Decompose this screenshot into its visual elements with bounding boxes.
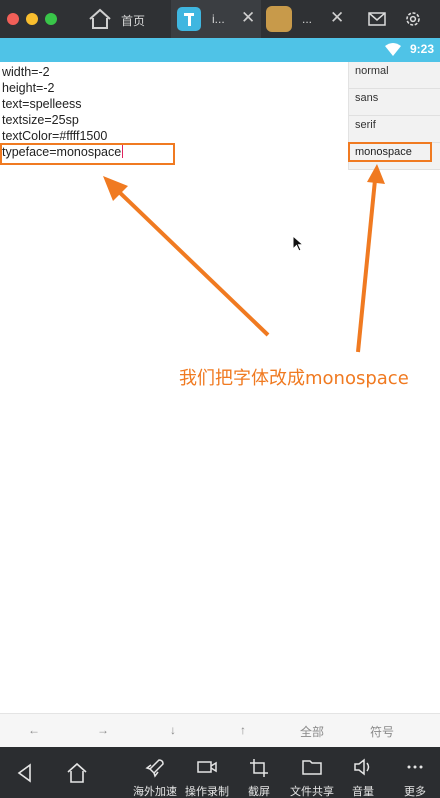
arrow-head-right (367, 164, 385, 184)
back-icon (17, 763, 31, 783)
accelerate-label: 海外加速 (133, 786, 177, 798)
video-camera-icon (197, 761, 217, 773)
key-down[interactable]: ↓ (161, 723, 185, 737)
key-up[interactable]: ↑ (231, 723, 255, 737)
screenshot-button[interactable]: 截屏 (242, 747, 276, 798)
key-all[interactable]: 全部 (296, 723, 328, 740)
arrow-to-monospace (356, 179, 377, 353)
record-label: 操作录制 (185, 786, 229, 798)
crop-icon (250, 759, 268, 777)
annotation-arrows (103, 164, 385, 353)
more-button[interactable]: 更多 (398, 747, 432, 798)
key-left[interactable]: ← (22, 723, 46, 737)
file-share-button[interactable]: 文件共享 (286, 747, 338, 798)
home-icon (67, 762, 87, 783)
more-icon (407, 765, 423, 769)
annotation-caption: 我们把字体改成monospace (179, 368, 409, 389)
folder-icon (302, 760, 322, 775)
file-share-label: 文件共享 (290, 786, 334, 798)
more-label: 更多 (404, 786, 426, 798)
emulator-toolbar: 海外加速 操作录制 截屏 文件共享 音量 更多 (0, 747, 440, 798)
speaker-icon (354, 758, 370, 776)
accelerate-button[interactable]: 海外加速 (130, 747, 180, 798)
key-right[interactable]: → (91, 723, 115, 737)
home-button[interactable] (62, 747, 92, 798)
arrow-to-typeface (113, 186, 270, 337)
back-button[interactable] (10, 747, 40, 798)
volume-button[interactable]: 音量 (346, 747, 380, 798)
keyboard-helper-row: ← → ↓ ↑ 全部 符号 (0, 713, 440, 747)
record-button[interactable]: 操作录制 (182, 747, 232, 798)
screenshot-label: 截屏 (248, 786, 270, 798)
mouse-pointer-icon (292, 235, 304, 252)
key-symbol[interactable]: 符号 (366, 723, 398, 740)
volume-label: 音量 (352, 786, 374, 798)
rocket-icon (145, 759, 164, 778)
